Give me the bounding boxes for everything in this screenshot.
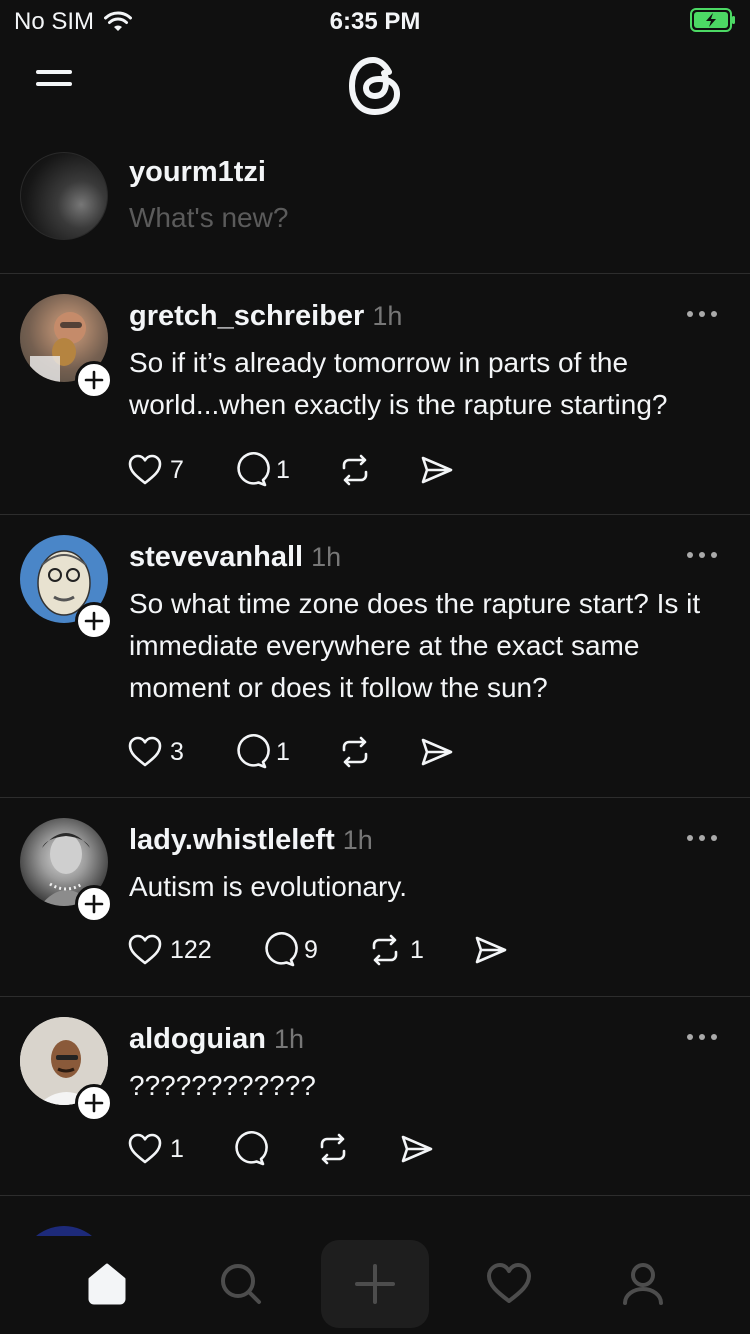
- post-text: ????????????: [129, 1070, 316, 1101]
- like-count: 7: [170, 455, 184, 484]
- menu-icon[interactable]: [36, 70, 76, 100]
- comment-icon: [237, 452, 270, 487]
- send-icon: [421, 738, 453, 766]
- thread-post-peek: [0, 1196, 750, 1236]
- follow-button[interactable]: [75, 1084, 113, 1122]
- post-username[interactable]: gretch_schreiber: [129, 300, 364, 332]
- reply-button[interactable]: 9: [260, 931, 366, 969]
- like-count: 3: [170, 737, 184, 766]
- clock: 6:35 PM: [329, 8, 421, 35]
- reply-count: 1: [276, 455, 290, 484]
- repost-button[interactable]: 1: [366, 931, 472, 969]
- post-time: 1h: [372, 301, 403, 331]
- threads-logo-icon[interactable]: [343, 52, 407, 120]
- heart-icon: [128, 454, 162, 485]
- post-actions: 7 1: [126, 450, 456, 490]
- avatar[interactable]: [20, 152, 108, 240]
- tab-search[interactable]: [187, 1240, 295, 1328]
- like-button[interactable]: 3: [126, 733, 232, 771]
- heart-icon: [128, 736, 162, 767]
- reply-button[interactable]: 1: [232, 451, 336, 489]
- send-icon: [421, 456, 453, 484]
- status-bar: No SIM 6:35 PM: [0, 0, 750, 42]
- like-count: 122: [170, 935, 212, 964]
- more-dots-icon[interactable]: [684, 545, 720, 565]
- plus-icon: [84, 611, 104, 631]
- heart-icon: [487, 1263, 531, 1303]
- tab-create[interactable]: [321, 1240, 429, 1328]
- repost-button[interactable]: [336, 733, 418, 771]
- more-dots-icon[interactable]: [684, 304, 720, 324]
- repost-count: 1: [410, 935, 424, 964]
- reply-count: 1: [276, 737, 290, 766]
- like-button[interactable]: 122: [126, 931, 260, 969]
- reply-count: 9: [304, 935, 318, 964]
- repost-icon: [320, 1133, 346, 1165]
- repost-button[interactable]: [314, 1130, 398, 1168]
- like-button[interactable]: 1: [126, 1130, 230, 1168]
- bottom-tab-bar: [0, 1236, 750, 1334]
- plus-icon: [84, 894, 104, 914]
- post-actions: 122 9 1: [126, 930, 510, 970]
- thread-post[interactable]: aldoguian 1h ???????????? 1: [0, 997, 750, 1196]
- plus-icon: [84, 1093, 104, 1113]
- plus-icon: [84, 370, 104, 390]
- share-button[interactable]: [398, 1130, 436, 1168]
- more-dots-icon[interactable]: [684, 828, 720, 848]
- post-username[interactable]: stevevanhall: [129, 541, 303, 573]
- whats-new-input[interactable]: What's new?: [129, 202, 288, 234]
- send-icon: [401, 1135, 433, 1163]
- post-time: 1h: [311, 542, 342, 572]
- comment-icon: [237, 734, 270, 769]
- post-username[interactable]: aldoguian: [129, 1023, 266, 1055]
- follow-button[interactable]: [75, 602, 113, 640]
- tab-activity[interactable]: [455, 1240, 563, 1328]
- post-text: So what time zone does the rapture start…: [129, 588, 701, 703]
- like-button[interactable]: 7: [126, 451, 232, 489]
- tab-profile[interactable]: [589, 1240, 697, 1328]
- thread-post[interactable]: lady.whistleleft 1h Autism is evolutionar…: [0, 798, 750, 997]
- comment-icon: [235, 1131, 268, 1166]
- follow-button[interactable]: [75, 361, 113, 399]
- composer-username: yourm1tzi: [129, 156, 266, 188]
- repost-icon: [342, 736, 368, 768]
- like-count: 1: [170, 1134, 184, 1163]
- post-text: Autism is evolutionary.: [129, 871, 408, 902]
- repost-icon: [372, 934, 398, 966]
- comment-icon: [265, 932, 298, 967]
- share-button[interactable]: [418, 733, 456, 771]
- plus-icon: [355, 1264, 395, 1304]
- battery-icon: [690, 8, 735, 32]
- repost-button[interactable]: [336, 451, 418, 489]
- post-actions: 3 1: [126, 732, 456, 772]
- profile-icon: [623, 1263, 663, 1305]
- post-actions: 1: [126, 1129, 436, 1169]
- search-icon: [221, 1264, 261, 1304]
- thread-post[interactable]: stevevanhall 1h So what time zone does th…: [0, 515, 750, 798]
- post-time: 1h: [342, 825, 373, 855]
- tab-home[interactable]: [53, 1240, 161, 1328]
- reply-button[interactable]: 1: [232, 733, 336, 771]
- more-dots-icon[interactable]: [684, 1027, 720, 1047]
- heart-icon: [128, 934, 162, 965]
- share-button[interactable]: [472, 931, 510, 969]
- send-icon: [475, 936, 507, 964]
- post-time: 1h: [273, 1024, 304, 1054]
- thread-post[interactable]: gretch_schreiber 1h So if it’s already to…: [0, 274, 750, 515]
- post-username[interactable]: lady.whistleleft: [129, 824, 335, 856]
- heart-icon: [128, 1133, 162, 1164]
- avatar: [20, 1226, 108, 1236]
- follow-button[interactable]: [75, 885, 113, 923]
- post-text: So if it’s already tomorrow in parts of …: [129, 347, 668, 420]
- reply-button[interactable]: [230, 1130, 314, 1168]
- repost-icon: [342, 454, 368, 486]
- home-icon: [88, 1263, 126, 1305]
- share-button[interactable]: [418, 451, 456, 489]
- new-thread-composer[interactable]: yourm1tzi What's new?: [0, 140, 750, 274]
- top-bar: [0, 42, 750, 132]
